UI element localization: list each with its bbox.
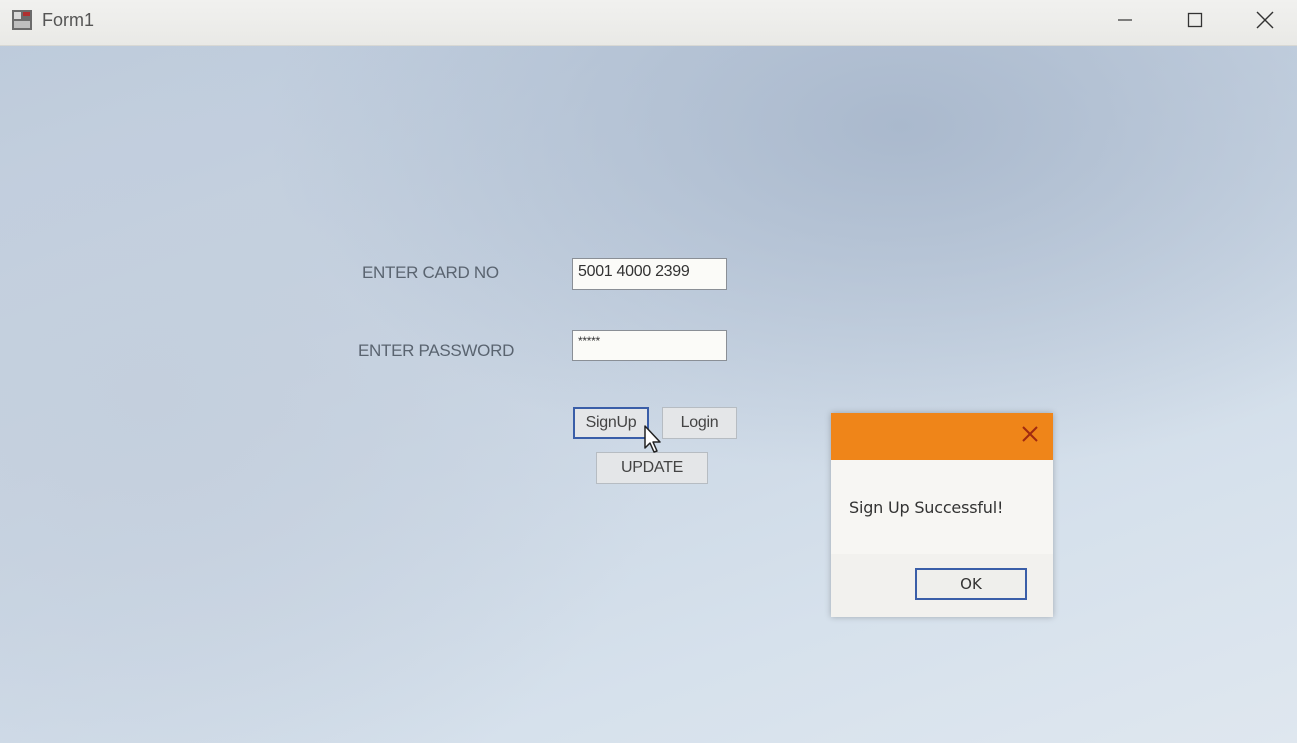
close-icon: [1021, 425, 1039, 448]
ok-button[interactable]: OK: [915, 568, 1027, 600]
card-number-input[interactable]: 5001 4000 2399: [572, 258, 727, 290]
close-button[interactable]: [1230, 0, 1297, 45]
mouse-pointer-icon: [643, 424, 665, 454]
password-label: ENTER PASSWORD: [358, 341, 515, 360]
minimize-icon: [1117, 12, 1133, 33]
close-icon: [1256, 11, 1274, 34]
login-button[interactable]: Login: [662, 407, 737, 439]
password-input[interactable]: *****: [572, 330, 727, 361]
message-text: Sign Up Successful!: [849, 498, 1004, 517]
update-button[interactable]: UPDATE: [596, 452, 708, 484]
form-client-area: ENTER CARD NO 5001 4000 2399 ENTER PASSW…: [0, 46, 1297, 743]
form1-window: Form1 ENTER CARD NO 5001 4000 2399 ENTER…: [0, 0, 1297, 743]
maximize-icon: [1187, 12, 1203, 33]
minimize-button[interactable]: [1090, 0, 1160, 45]
maximize-button[interactable]: [1160, 0, 1230, 45]
message-box: Sign Up Successful! OK: [831, 413, 1053, 617]
message-box-body: Sign Up Successful!: [831, 460, 1053, 554]
message-box-header: [831, 413, 1053, 460]
title-bar[interactable]: Form1: [0, 0, 1297, 46]
window-title: Form1: [42, 10, 95, 30]
form-app-icon: [12, 10, 32, 30]
signup-button[interactable]: SignUp: [573, 407, 649, 439]
card-number-label: ENTER CARD NO: [362, 263, 499, 282]
message-box-close-button[interactable]: [1017, 423, 1043, 449]
